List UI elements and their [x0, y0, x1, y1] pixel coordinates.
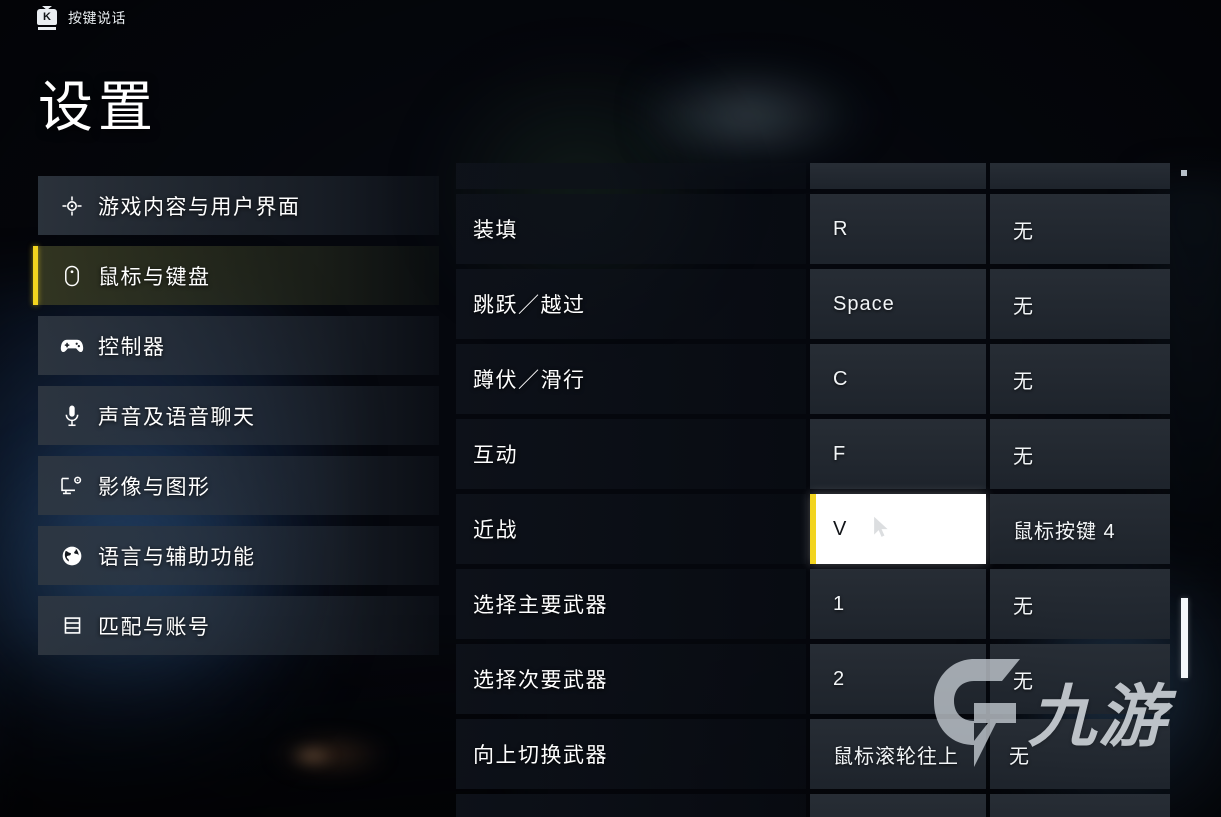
keybindings-table: 装填 R 无 跳跃／越过 Space 无 蹲伏／滑行 C 无 互动 F 无 近战… [456, 163, 1186, 817]
secondary-binding-cell[interactable]: 无 [990, 794, 1170, 817]
mouse-icon [60, 264, 84, 288]
settings-sidebar: 游戏内容与用户界面 鼠标与键盘 控制器 声音及语音聊天 影像与图形 语言与辅助功… [33, 176, 439, 666]
action-name-cell: 蹲伏／滑行 [456, 344, 806, 414]
table-row[interactable]: 互动 F 无 [456, 419, 1186, 489]
action-label: 向上切换武器 [473, 744, 608, 767]
table-row[interactable]: 向上切换武器 鼠标滚轮往上 无 [456, 719, 1186, 789]
push-to-talk-indicator: K 按键说话 [0, 0, 1221, 36]
gamepad-icon [60, 334, 84, 358]
primary-binding-value: 2 [833, 667, 846, 690]
scrollbar-track[interactable] [1182, 168, 1187, 813]
action-label: 近战 [473, 519, 518, 542]
table-row[interactable]: 向下切换武器 鼠标滚轮往下 无 [456, 794, 1186, 817]
action-name-cell: 选择主要武器 [456, 569, 806, 639]
action-label: 跳跃／越过 [473, 294, 586, 317]
globe-icon [60, 544, 84, 568]
primary-binding-value: 1 [833, 592, 846, 615]
sidebar-item-label: 控制器 [98, 335, 166, 359]
primary-binding-value: V [833, 517, 848, 540]
action-name-cell: 向上切换武器 [456, 719, 806, 789]
action-name-cell: 互动 [456, 419, 806, 489]
primary-binding-cell[interactable]: 鼠标滚轮往下 [810, 794, 986, 817]
sidebar-item-label: 游戏内容与用户界面 [98, 195, 301, 219]
secondary-binding-value: 无 [1009, 745, 1030, 768]
crosshair-icon [60, 194, 84, 218]
secondary-binding-cell[interactable]: 无 [990, 269, 1170, 339]
table-row[interactable]: 装填 R 无 [456, 194, 1186, 264]
secondary-binding-cell[interactable]: 鼠标按键 4 [990, 494, 1170, 564]
primary-binding-cell[interactable]: 1 [810, 569, 986, 639]
primary-binding-value: Space [833, 292, 895, 315]
sidebar-item-video-graphics[interactable]: 影像与图形 [38, 456, 439, 515]
action-name-cell [456, 163, 806, 189]
display-gear-icon [60, 474, 84, 498]
secondary-binding-value: 无 [1013, 595, 1034, 618]
secondary-binding-cell[interactable] [990, 163, 1170, 189]
action-name-cell: 装填 [456, 194, 806, 264]
primary-binding-value: F [833, 442, 847, 465]
primary-binding-cell[interactable]: 2 [810, 644, 986, 714]
action-label: 互动 [473, 444, 518, 467]
sidebar-item-label: 声音及语音聊天 [98, 405, 256, 429]
secondary-binding-value: 鼠标按键 4 [1013, 520, 1116, 543]
secondary-binding-cell[interactable]: 无 [990, 344, 1170, 414]
push-to-talk-key-icon: K [36, 6, 58, 30]
push-to-talk-key-letter: K [43, 10, 51, 23]
table-row[interactable]: 蹲伏／滑行 C 无 [456, 344, 1186, 414]
primary-binding-value: C [833, 367, 849, 390]
selection-accent-bar [810, 494, 816, 564]
sidebar-item-mouse-keyboard[interactable]: 鼠标与键盘 [33, 246, 439, 305]
primary-binding-cell[interactable] [810, 163, 986, 189]
secondary-binding-value: 无 [1013, 445, 1034, 468]
page-title: 设置 [38, 76, 159, 138]
secondary-binding-cell[interactable]: 无 [990, 719, 1170, 789]
action-label: 装填 [473, 219, 518, 242]
secondary-binding-cell[interactable]: 无 [990, 194, 1170, 264]
primary-binding-cell[interactable]: F [810, 419, 986, 489]
sidebar-item-language-accessibility[interactable]: 语言与辅助功能 [38, 526, 439, 585]
primary-binding-cell[interactable]: C [810, 344, 986, 414]
primary-binding-value: 鼠标滚轮往上 [833, 745, 959, 768]
scrollbar-top-marker [1181, 170, 1187, 176]
selection-accent-bar [33, 246, 38, 305]
secondary-binding-value: 无 [1013, 220, 1034, 243]
primary-binding-cell[interactable]: Space [810, 269, 986, 339]
secondary-binding-cell[interactable]: 无 [990, 419, 1170, 489]
action-name-cell: 向下切换武器 [456, 794, 806, 817]
table-row-selected[interactable]: 近战 V 鼠标按键 4 [456, 494, 1186, 564]
sidebar-item-controller[interactable]: 控制器 [38, 316, 439, 375]
action-label: 选择次要武器 [473, 669, 608, 692]
sidebar-item-label: 影像与图形 [98, 475, 211, 499]
action-label: 蹲伏／滑行 [473, 369, 586, 392]
table-row[interactable]: 选择次要武器 2 无 [456, 644, 1186, 714]
action-label: 选择主要武器 [473, 594, 608, 617]
sidebar-item-label: 语言与辅助功能 [98, 545, 256, 569]
microphone-icon [60, 404, 84, 428]
primary-binding-cell-active[interactable]: V [810, 494, 986, 564]
sidebar-item-audio-voice-chat[interactable]: 声音及语音聊天 [38, 386, 439, 445]
primary-binding-cell[interactable]: R [810, 194, 986, 264]
sidebar-item-label: 鼠标与键盘 [98, 265, 211, 289]
table-row[interactable]: 选择主要武器 1 无 [456, 569, 1186, 639]
scrollbar-thumb[interactable] [1181, 598, 1188, 678]
list-icon [60, 614, 84, 638]
sidebar-item-matchmaking-account[interactable]: 匹配与账号 [38, 596, 439, 655]
sidebar-item-label: 匹配与账号 [98, 615, 211, 639]
action-name-cell: 选择次要武器 [456, 644, 806, 714]
table-row-partial[interactable] [456, 163, 1186, 189]
sidebar-item-gameplay-ui[interactable]: 游戏内容与用户界面 [38, 176, 439, 235]
secondary-binding-cell[interactable]: 无 [990, 569, 1170, 639]
action-name-cell: 近战 [456, 494, 806, 564]
action-name-cell: 跳跃／越过 [456, 269, 806, 339]
secondary-binding-value: 无 [1013, 370, 1034, 393]
push-to-talk-label: 按键说话 [68, 10, 126, 26]
primary-binding-cell[interactable]: 鼠标滚轮往上 [810, 719, 986, 789]
secondary-binding-value: 无 [1013, 670, 1034, 693]
secondary-binding-cell[interactable]: 无 [990, 644, 1170, 714]
primary-binding-value: R [833, 217, 849, 240]
table-row[interactable]: 跳跃／越过 Space 无 [456, 269, 1186, 339]
secondary-binding-value: 无 [1013, 295, 1034, 318]
mouse-cursor-icon [874, 516, 888, 537]
